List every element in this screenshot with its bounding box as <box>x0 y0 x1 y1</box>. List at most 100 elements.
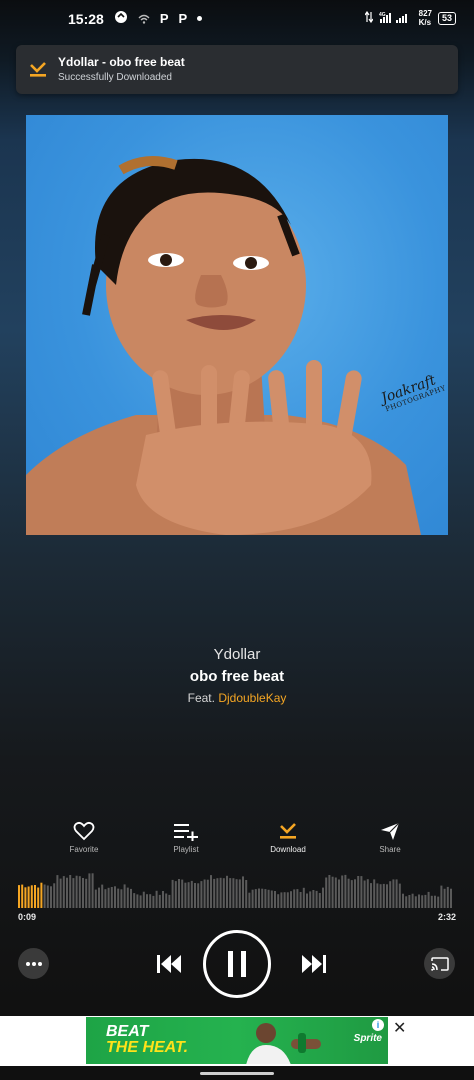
waveform-bar <box>46 885 49 908</box>
waveform-bar <box>120 889 123 908</box>
more-dots-icon <box>25 961 42 966</box>
waveform-bar <box>440 885 443 908</box>
net-speed: 827 K/s <box>419 9 432 27</box>
waveform-bar <box>331 876 334 908</box>
waveform-bar <box>101 884 104 908</box>
waveform-bar <box>216 878 219 908</box>
waveform-bar <box>306 893 308 908</box>
waveform-bar <box>190 880 193 908</box>
album-cover: Joakraft PHOTOGRAPHY <box>26 115 448 535</box>
waveform-bar <box>376 883 379 908</box>
net-speed-value: 827 <box>418 9 432 18</box>
waveform-bar <box>258 888 260 908</box>
waveform-bar <box>155 890 158 908</box>
data-arrows-icon <box>364 10 374 26</box>
waveform-bar <box>98 887 100 908</box>
favorite-label: Favorite <box>69 845 99 854</box>
waveform-bar <box>427 891 430 908</box>
cast-button[interactable] <box>424 948 455 979</box>
more-options-button[interactable] <box>18 948 49 979</box>
track-info: Ydollar obo free beat Feat. DjdoubleKay <box>0 646 474 705</box>
waveform-bar <box>242 876 244 908</box>
waveform-bar <box>389 881 392 908</box>
waveform-bar <box>446 886 449 908</box>
ad-close-icon[interactable]: ✕ <box>393 1018 406 1038</box>
waveform-bar <box>66 877 68 908</box>
waveform-bar <box>72 878 75 908</box>
waveform-bar <box>363 880 366 908</box>
ad-banner[interactable]: BEAT THE HEAT. Sprite i <box>86 1017 388 1064</box>
waveform-bar <box>82 878 84 908</box>
waveform-bar <box>338 879 340 908</box>
net-speed-unit: K/s <box>418 18 432 27</box>
artist-name[interactable]: Ydollar <box>0 646 474 663</box>
waveform-bar <box>414 896 417 908</box>
favorite-button[interactable]: Favorite <box>49 820 119 854</box>
skip-previous-icon <box>157 955 181 973</box>
waveform-bar <box>104 889 107 908</box>
cover-portrait <box>26 156 421 535</box>
waveform-bar <box>235 879 238 908</box>
waveform-bar <box>328 875 331 908</box>
share-button[interactable]: Share <box>355 820 425 854</box>
waveform-bar <box>392 879 395 908</box>
waveform-bar <box>110 887 113 908</box>
waveform-bar-played <box>30 885 33 908</box>
waveform-bar <box>354 879 356 908</box>
next-button[interactable] <box>300 950 328 978</box>
waveform-bar <box>126 887 129 908</box>
waveform-bar <box>325 877 328 908</box>
waveform-bar <box>238 879 241 908</box>
waveform-bar <box>341 875 344 908</box>
waveform-bar-played <box>18 885 20 908</box>
notification-dot-icon <box>197 16 203 21</box>
waveform-bar <box>107 887 110 908</box>
cast-icon <box>430 956 449 971</box>
download-label: Download <box>270 845 306 854</box>
featured-artist-link[interactable]: DjdoubleKay <box>218 691 286 705</box>
previous-button[interactable] <box>155 950 183 978</box>
waveform-bar <box>322 887 324 908</box>
waveform-bar <box>280 892 283 908</box>
waveform-bar <box>318 893 321 908</box>
waveform-bar <box>386 884 388 908</box>
home-indicator <box>200 1072 274 1075</box>
waveform-seekbar[interactable] <box>18 868 456 908</box>
waveform-bar <box>158 894 161 908</box>
waveform-bar <box>274 891 276 908</box>
waveform-bar <box>171 879 174 908</box>
waveform-bar <box>91 873 94 908</box>
waveform-bar <box>350 880 353 908</box>
waveform-bar <box>226 875 228 908</box>
waveform-bar <box>347 878 350 908</box>
waveform-bar <box>200 881 203 908</box>
waveform-bar <box>210 875 212 908</box>
download-done-icon <box>28 59 48 79</box>
waveform-bar <box>293 889 296 908</box>
status-bar: 15:28 P P 4G 827 K/s 53 <box>0 0 474 40</box>
waveform-bar <box>56 875 59 908</box>
ad-info-icon[interactable]: i <box>372 1019 384 1031</box>
waveform-bar <box>366 879 369 908</box>
playlist-button[interactable]: Playlist <box>151 820 221 854</box>
waveform-bar-played <box>37 887 40 908</box>
waveform-bar <box>206 879 209 908</box>
pause-button[interactable] <box>203 930 271 998</box>
playlist-add-icon <box>151 820 221 842</box>
waveform-bar <box>232 878 235 908</box>
waveform-bar-played <box>24 887 27 908</box>
waveform-bar <box>290 891 292 908</box>
skip-next-icon <box>302 955 326 973</box>
ad-person-image <box>246 1023 321 1064</box>
download-button[interactable]: Download <box>253 820 323 854</box>
notification-title: Ydollar - obo free beat <box>58 55 185 69</box>
playlist-label: Playlist <box>173 845 199 854</box>
waveform-bar <box>142 891 145 908</box>
actions-row: Favorite Playlist Download Share <box>0 820 474 860</box>
download-notification[interactable]: Ydollar - obo free beat Successfully Dow… <box>16 45 458 94</box>
waveform-bar <box>53 883 56 908</box>
waveform-bar <box>114 886 116 908</box>
ad-line1: BEAT <box>106 1023 149 1040</box>
battery-level: 53 <box>441 12 452 23</box>
waveform-bar <box>62 876 65 908</box>
